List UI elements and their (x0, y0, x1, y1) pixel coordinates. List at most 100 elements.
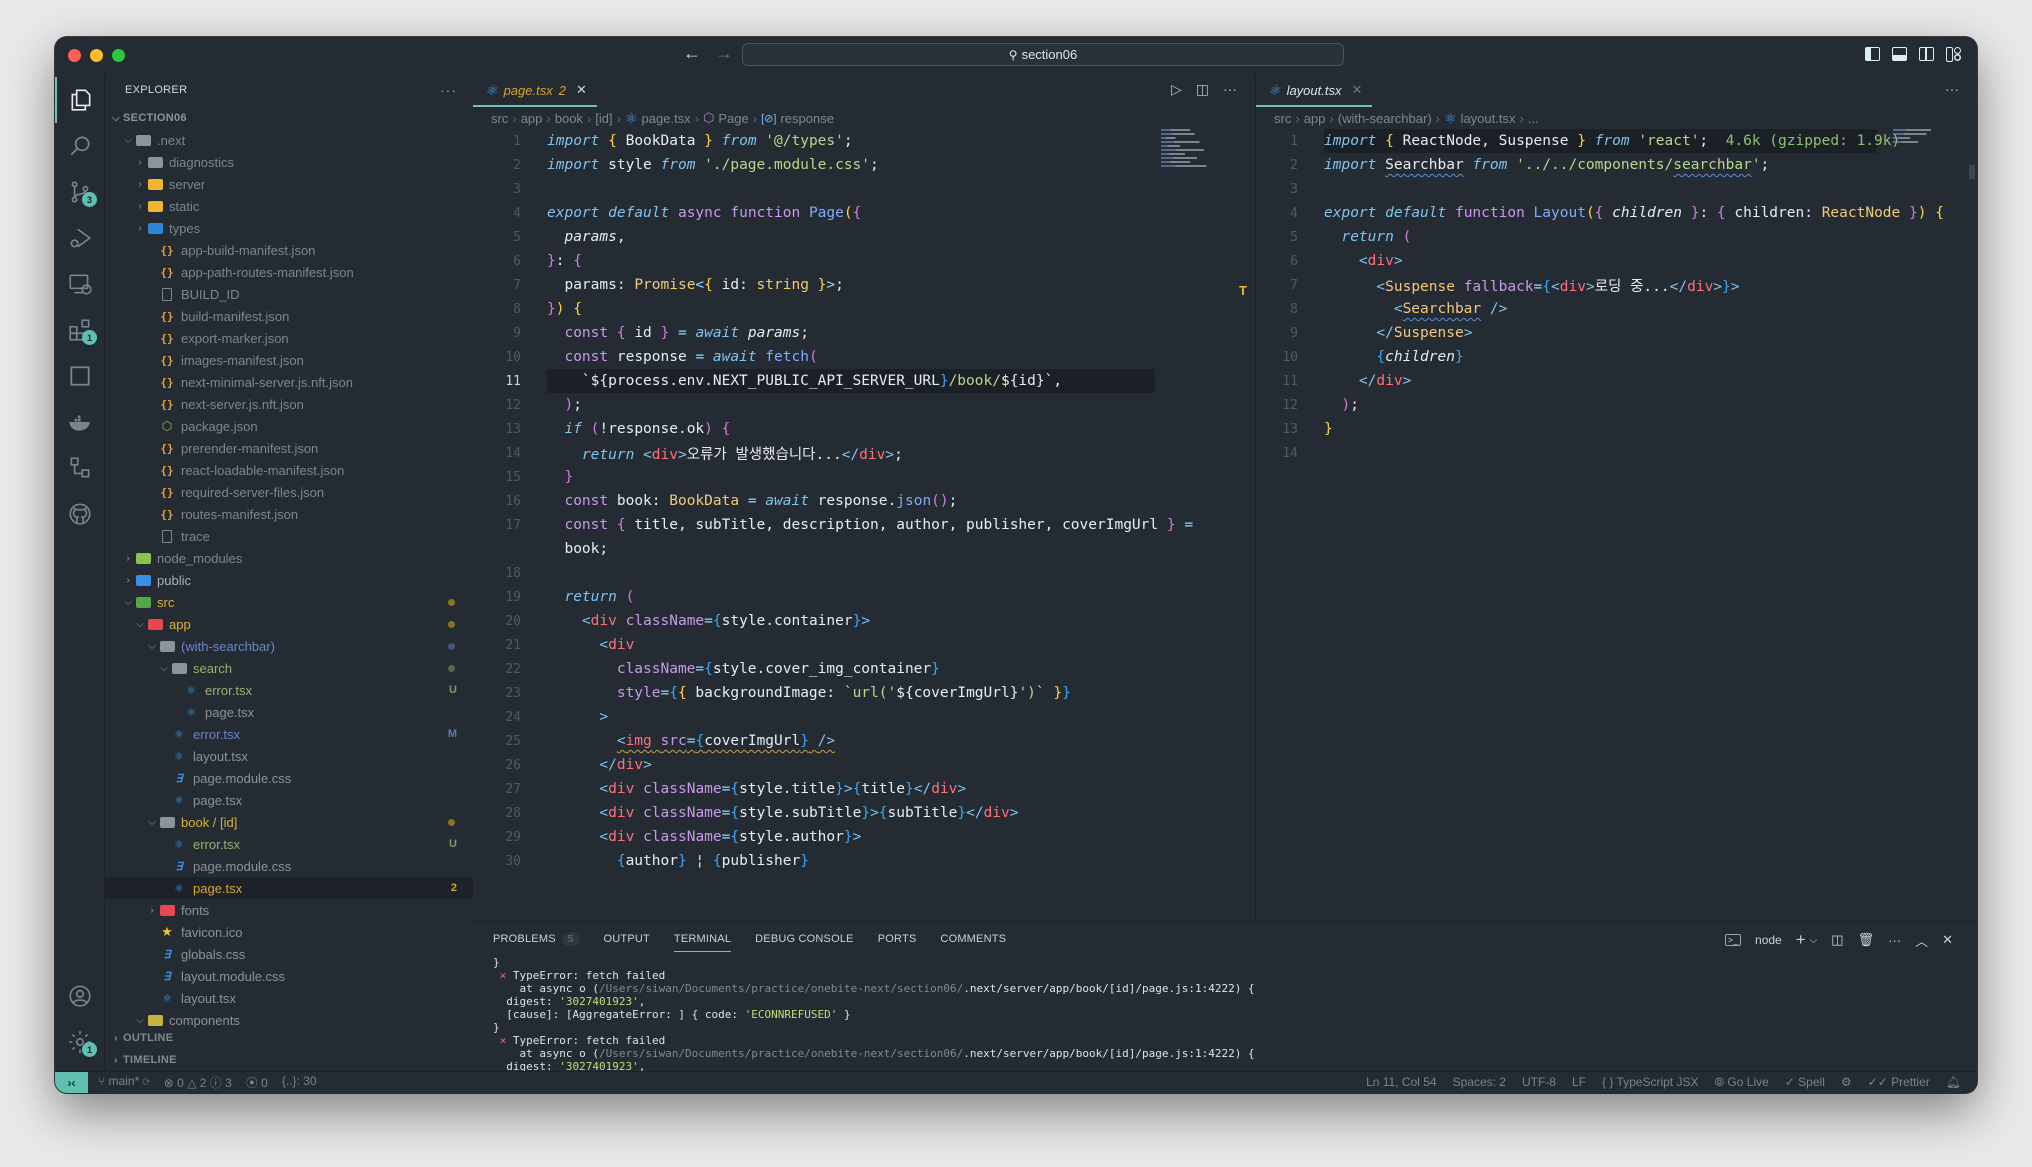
tree-item[interactable]: ∃ page.module.css (105, 767, 473, 789)
timeline-section[interactable]: › TIMELINE (105, 1049, 473, 1071)
lightbulb-icon[interactable]: T (1239, 283, 1247, 298)
panel-tab-ports[interactable]: PORTS (878, 922, 917, 956)
explorer-more-actions-icon[interactable]: ··· (440, 82, 457, 98)
tree-item[interactable]: ⌵ (with-searchbar) (105, 635, 473, 657)
tree-item[interactable]: › public (105, 569, 473, 591)
breadcrumb-item[interactable]: src (1274, 111, 1291, 126)
tree-item[interactable]: ⚛ page.tsx (105, 789, 473, 811)
close-tab-icon[interactable]: ✕ (1351, 82, 1362, 98)
minimize-window-button[interactable] (90, 49, 103, 62)
more-actions-icon[interactable]: ··· (1888, 933, 1901, 948)
breadcrumb-item[interactable]: Page (718, 111, 748, 126)
more-actions-icon[interactable]: ··· (1223, 81, 1237, 98)
prettier-status[interactable]: ✓✓ Prettier (1868, 1075, 1930, 1090)
panel-tab-debug-console[interactable]: DEBUG CONSOLE (755, 922, 854, 956)
toggle-secondary-sidebar-icon[interactable] (1919, 47, 1934, 61)
more-actions-icon[interactable]: ··· (1945, 81, 1959, 97)
indentation[interactable]: Spaces: 2 (1453, 1075, 1506, 1090)
breadcrumb-item[interactable]: app (521, 111, 543, 126)
outline-section[interactable]: › OUTLINE (105, 1027, 473, 1049)
source-control-icon[interactable]: 3 (55, 169, 105, 215)
tree-item[interactable]: trace (105, 525, 473, 547)
copilot-icon[interactable]: ⚙ (1841, 1075, 1852, 1090)
panel-tab-comments[interactable]: COMMENTS (940, 922, 1006, 956)
flow-diagram-icon[interactable] (55, 445, 105, 491)
github-icon[interactable] (55, 491, 105, 537)
tree-item[interactable]: ⚛ error.tsx U (105, 833, 473, 855)
new-terminal-icon[interactable]: + (1796, 930, 1806, 950)
toggle-panel-icon[interactable] (1892, 47, 1907, 61)
problems-indicator[interactable]: ⊗ 0 △ 2 ⓘ 3 (164, 1074, 232, 1091)
tree-item[interactable]: {} app-path-routes-manifest.json (105, 261, 473, 283)
manage-gear-icon[interactable]: 1 (55, 1019, 105, 1065)
minimap-right[interactable] (1893, 129, 1963, 153)
trash-icon[interactable]: 🗑 (1858, 932, 1875, 948)
tree-item[interactable]: ⚛ page.tsx (105, 701, 473, 723)
breadcrumb-item[interactable]: src (491, 111, 508, 126)
tree-item[interactable]: ⌵ src (105, 591, 473, 613)
tree-item[interactable]: ⚛ error.tsx M (105, 723, 473, 745)
tree-item[interactable]: ⚛ layout.tsx (105, 987, 473, 1009)
extensions-icon[interactable]: 1 (55, 307, 105, 353)
minimap-left[interactable] (1161, 129, 1241, 209)
tree-item[interactable]: BUILD_ID (105, 283, 473, 305)
tree-item[interactable]: {} next-minimal-server.js.nft.json (105, 371, 473, 393)
tree-item[interactable]: ⌵ book / [id] (105, 811, 473, 833)
tree-item[interactable]: {} build-manifest.json (105, 305, 473, 327)
tree-item[interactable]: {} required-server-files.json (105, 481, 473, 503)
file-path-link[interactable]: /Users/siwan/Documents/practice/onebite-… (599, 1047, 963, 1060)
tree-item[interactable]: {} prerender-manifest.json (105, 437, 473, 459)
tree-item[interactable]: › fonts (105, 899, 473, 921)
panel-tab-terminal[interactable]: TERMINAL (673, 922, 732, 956)
explorer-icon[interactable] (55, 77, 105, 123)
tab-layout-tsx[interactable]: ⚛ layout.tsx ✕ (1256, 73, 1373, 107)
tree-item[interactable]: ⌵ app (105, 613, 473, 635)
tree-item[interactable]: ∃ layout.module.css (105, 965, 473, 987)
panel-tab-problems[interactable]: PROBLEMS 5 (493, 922, 580, 956)
spell-check[interactable]: ✓ Spell (1785, 1075, 1825, 1090)
tree-item[interactable]: {} export-marker.json (105, 327, 473, 349)
breadcrumb-item[interactable]: response (780, 111, 833, 126)
maximize-panel-icon[interactable]: ︿ (1915, 931, 1928, 950)
remote-explorer-icon[interactable] (55, 261, 105, 307)
search-icon[interactable] (55, 123, 105, 169)
breadcrumb-item[interactable]: book (555, 111, 583, 126)
split-editor-icon[interactable]: ◫ (1196, 81, 1209, 98)
ports-indicator[interactable]: ⦿ 0 (246, 1074, 268, 1091)
panel-tab-output[interactable]: OUTPUT (604, 922, 650, 956)
code-editor-left[interactable]: 1 import { BookData } from '@/types'; 2 im… (473, 129, 1255, 873)
cursor-position[interactable]: Ln 11, Col 54 (1366, 1075, 1437, 1090)
chevron-down-icon[interactable]: ⌵ (1810, 935, 1818, 946)
run-icon[interactable]: ▷ (1171, 81, 1182, 98)
tree-item[interactable]: ⚛ layout.tsx (105, 745, 473, 767)
blank-panel-icon[interactable] (55, 353, 105, 399)
remote-indicator-icon[interactable]: ›‹ (55, 1071, 88, 1093)
tree-item[interactable]: ∃ globals.css (105, 943, 473, 965)
breadcrumb-item[interactable]: layout.tsx (1461, 111, 1516, 126)
accounts-icon[interactable] (55, 973, 105, 1019)
tree-item[interactable]: › diagnostics (105, 151, 473, 173)
breadcrumb-item[interactable]: page.tsx (642, 111, 691, 126)
tree-item[interactable]: ⌵ search (105, 657, 473, 679)
tree-item[interactable]: ⬡ package.json (105, 415, 473, 437)
command-center-search[interactable]: ⚲ section06 (742, 43, 1344, 66)
tree-item[interactable]: {} app-build-manifest.json (105, 239, 473, 261)
tree-item[interactable]: ⌵ .next (105, 129, 473, 151)
toggle-primary-sidebar-icon[interactable] (1865, 47, 1880, 61)
braces-indicator[interactable]: {..}: 30 (282, 1074, 317, 1091)
forward-arrow-icon[interactable]: → (715, 43, 733, 64)
tab-page-tsx[interactable]: ⚛ page.tsx 2 ✕ (473, 73, 597, 107)
tree-item[interactable]: {} next-server.js.nft.json (105, 393, 473, 415)
editor-scrollbar[interactable] (1969, 165, 1975, 179)
breadcrumb-item[interactable]: [id] (595, 111, 612, 126)
code-editor-right[interactable]: 1 import { ReactNode, Suspense } from 're… (1256, 129, 1977, 465)
tree-item[interactable]: {} routes-manifest.json (105, 503, 473, 525)
tree-item[interactable]: {} images-manifest.json (105, 349, 473, 371)
breadcrumb-item[interactable]: (with-searchbar) (1338, 111, 1432, 126)
encoding[interactable]: UTF-8 (1522, 1075, 1556, 1090)
customize-layout-icon[interactable] (1946, 47, 1961, 62)
close-window-button[interactable] (68, 49, 81, 62)
tree-item[interactable]: › server (105, 173, 473, 195)
notifications-bell-icon[interactable]: 🔔︎ (1946, 1075, 1961, 1090)
end-of-line[interactable]: LF (1572, 1075, 1586, 1090)
